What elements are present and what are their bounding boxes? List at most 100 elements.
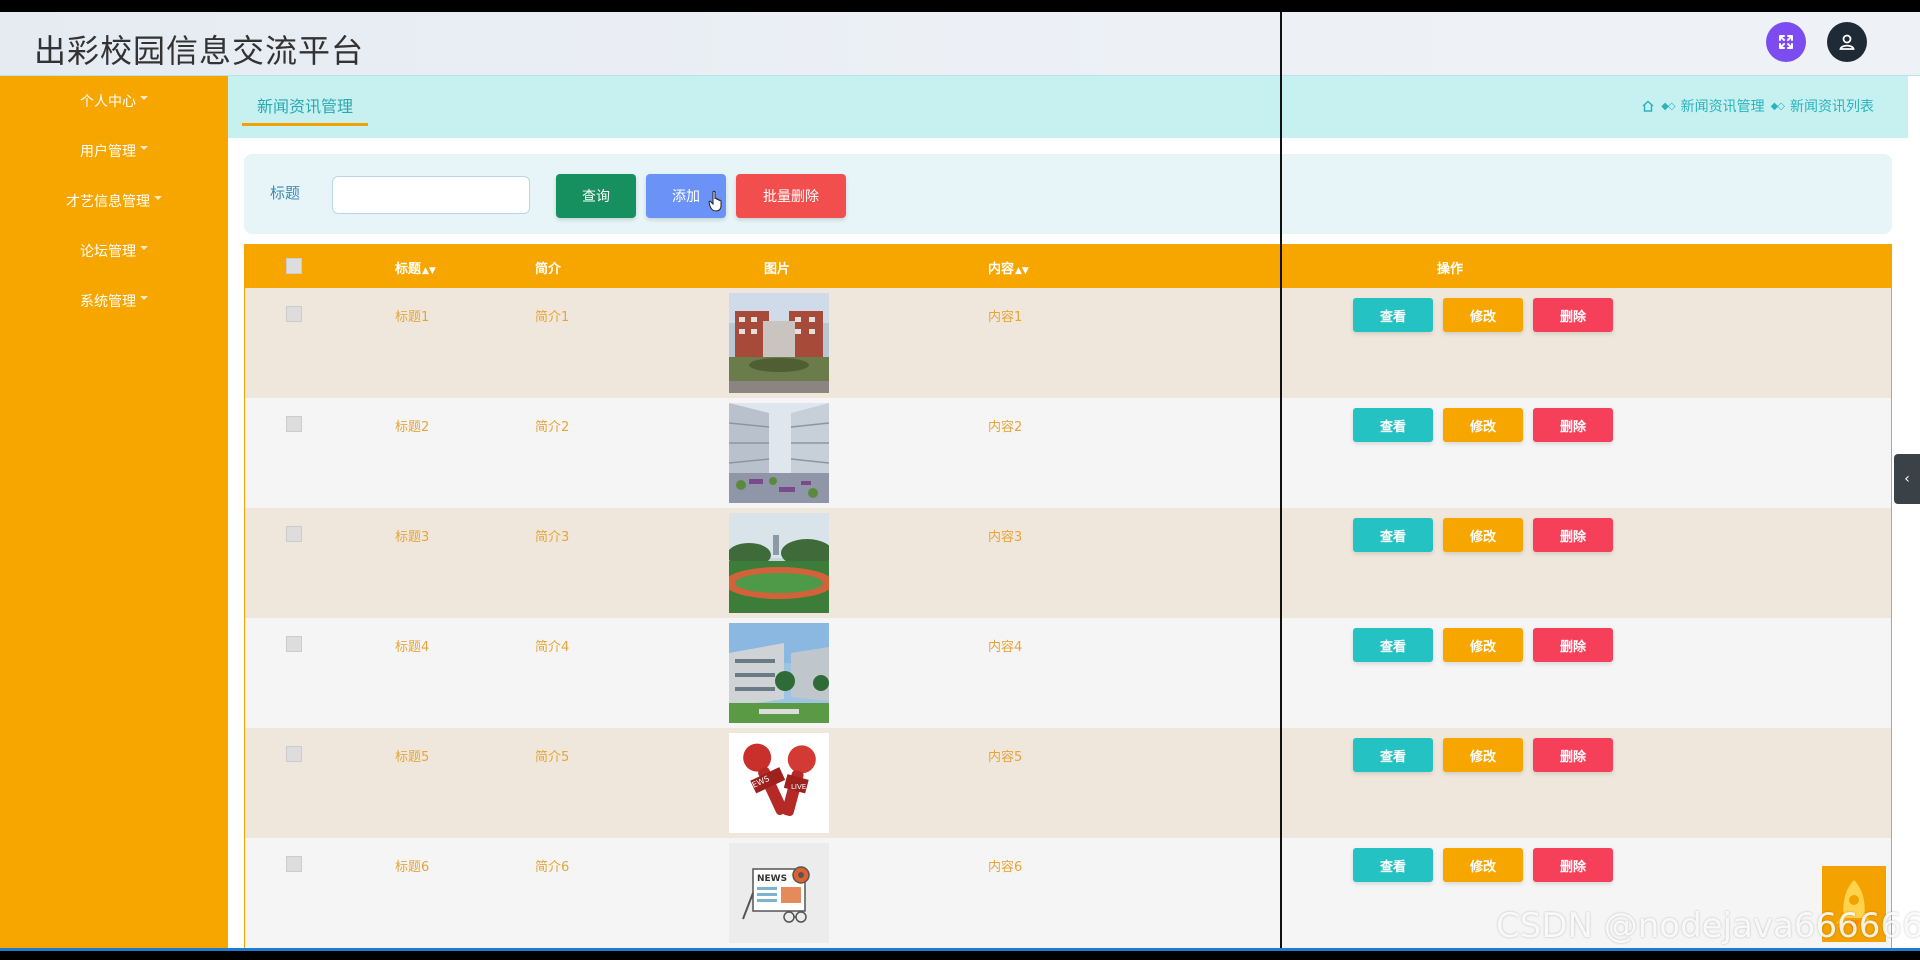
row-content: 内容5 [988, 750, 1023, 765]
sidebar-item-user-management[interactable]: 用户管理 [0, 126, 228, 176]
row-content: 内容1 [988, 310, 1023, 325]
row-checkbox[interactable] [286, 526, 302, 542]
search-panel: 标题 查询 添加 批量删除 [244, 154, 1892, 234]
delete-button[interactable]: 删除 [1533, 738, 1613, 772]
edit-button[interactable]: 修改 [1443, 518, 1523, 552]
edit-button[interactable]: 修改 [1443, 738, 1523, 772]
row-summary: 简介2 [535, 420, 570, 435]
tab-news-management[interactable]: 新闻资讯管理 [242, 88, 369, 126]
top-header: 出彩校园信息交流平台 [0, 12, 1920, 76]
column-header-actions: 操作 [1437, 262, 1464, 277]
delete-button[interactable]: 删除 [1533, 408, 1613, 442]
breadcrumb-item[interactable]: 新闻资讯管理 [1681, 96, 1765, 116]
screen-divider-line [1280, 12, 1282, 948]
delete-button[interactable]: 删除 [1533, 518, 1613, 552]
sidebar-item-system-management[interactable]: 系统管理 [0, 276, 228, 326]
edit-button[interactable]: 修改 [1443, 628, 1523, 662]
row-checkbox[interactable] [286, 416, 302, 432]
row-content: 内容2 [988, 420, 1023, 435]
delete-button[interactable]: 删除 [1533, 298, 1613, 332]
svg-text:LIVE: LIVE [791, 783, 806, 791]
row-content: 内容3 [988, 530, 1023, 545]
campus-garden-photo [729, 623, 829, 723]
courtyard-photo [729, 403, 829, 503]
view-button[interactable]: 查看 [1353, 518, 1433, 552]
column-label: 标题 [395, 262, 422, 277]
view-button[interactable]: 查看 [1353, 738, 1433, 772]
user-icon [1839, 34, 1855, 50]
tab-bar: 新闻资讯管理 ◆◇ 新闻资讯管理 ◆◇ 新闻资讯列表 [228, 76, 1908, 138]
fullscreen-button[interactable] [1766, 22, 1806, 62]
edit-button[interactable]: 修改 [1443, 408, 1523, 442]
collapse-panel-button[interactable]: ‹ [1894, 454, 1920, 504]
table-row: 标题4 简介4 内容4 查看 修改 删除 [245, 618, 1891, 728]
news-table: 标题▲▼ 简介 图片 内容▲▼ 操作 标题1 简介1 内容1 查看 修改 删除 … [244, 244, 1892, 948]
column-header-image: 图片 [764, 262, 791, 277]
sports-field-photo [729, 513, 829, 613]
row-title: 标题1 [395, 310, 430, 325]
row-summary: 简介5 [535, 750, 570, 765]
view-button[interactable]: 查看 [1353, 628, 1433, 662]
table-row: 标题5 简介5 NEWS LIVE 内容5 查看 修改 删除 [245, 728, 1891, 838]
view-button[interactable]: 查看 [1353, 298, 1433, 332]
column-header-title[interactable]: 标题▲▼ [395, 258, 436, 277]
app-frame: 出彩校园信息交流平台 个人中心 用户管理 才艺信息管理 论坛管理 系统管理 新闻… [0, 12, 1920, 948]
sort-icon[interactable]: ▲▼ [422, 266, 436, 276]
row-checkbox[interactable] [286, 856, 302, 872]
row-title: 标题3 [395, 530, 430, 545]
title-search-input[interactable] [332, 176, 530, 214]
breadcrumb-item: 新闻资讯列表 [1790, 99, 1874, 115]
news-microphone-icon: NEWS LIVE [729, 733, 829, 833]
table-row: 标题3 简介3 内容3 查看 修改 删除 [245, 508, 1891, 618]
row-summary: 简介4 [535, 640, 570, 655]
sidebar-item-label: 论坛管理 [80, 244, 136, 260]
caret-down-icon [140, 296, 148, 300]
row-content: 内容6 [988, 860, 1023, 875]
sidebar: 个人中心 用户管理 才艺信息管理 论坛管理 系统管理 [0, 76, 228, 948]
row-title: 标题4 [395, 640, 430, 655]
column-header-content[interactable]: 内容▲▼ [988, 258, 1029, 277]
home-icon[interactable] [1641, 99, 1655, 113]
sidebar-item-personal-center[interactable]: 个人中心 [0, 76, 228, 126]
query-button[interactable]: 查询 [556, 174, 636, 218]
row-summary: 简介3 [535, 530, 570, 545]
edit-button[interactable]: 修改 [1443, 848, 1523, 882]
sidebar-item-forum-management[interactable]: 论坛管理 [0, 226, 228, 276]
sidebar-item-label: 个人中心 [80, 94, 136, 110]
column-label: 内容 [988, 262, 1015, 277]
sidebar-item-label: 系统管理 [80, 294, 136, 310]
row-summary: 简介6 [535, 860, 570, 875]
svg-text:NEWS: NEWS [757, 874, 787, 884]
view-button[interactable]: 查看 [1353, 408, 1433, 442]
school-building-photo [729, 293, 829, 393]
edit-button[interactable]: 修改 [1443, 298, 1523, 332]
delete-button[interactable]: 删除 [1533, 848, 1613, 882]
sidebar-item-label: 用户管理 [80, 144, 136, 160]
caret-down-icon [154, 196, 162, 200]
batch-delete-button[interactable]: 批量删除 [736, 174, 846, 218]
sidebar-item-talent-management[interactable]: 才艺信息管理 [0, 176, 228, 226]
breadcrumb-separator-icon: ◆◇ [1770, 100, 1785, 112]
newspaper-icon: NEWS [729, 843, 829, 943]
table-row: 标题1 简介1 内容1 查看 修改 删除 [245, 288, 1891, 398]
caret-down-icon [140, 246, 148, 250]
user-avatar-button[interactable] [1827, 22, 1867, 62]
row-checkbox[interactable] [286, 746, 302, 762]
fullscreen-icon [1779, 35, 1793, 49]
search-label: 标题 [270, 184, 301, 202]
row-summary: 简介1 [535, 310, 570, 325]
app-title: 出彩校园信息交流平台 [34, 32, 365, 70]
row-checkbox[interactable] [286, 636, 302, 652]
breadcrumb: ◆◇ 新闻资讯管理 ◆◇ 新闻资讯列表 [1641, 96, 1874, 116]
sort-icon[interactable]: ▲▼ [1015, 266, 1029, 276]
select-all-checkbox[interactable] [286, 258, 302, 274]
row-checkbox[interactable] [286, 306, 302, 322]
column-header-summary: 简介 [535, 262, 562, 277]
caret-down-icon [140, 96, 148, 100]
watermark-text: CSDN @nodejava666666 [1496, 906, 1920, 946]
table-header: 标题▲▼ 简介 图片 内容▲▼ 操作 [245, 244, 1891, 288]
delete-button[interactable]: 删除 [1533, 628, 1613, 662]
row-title: 标题5 [395, 750, 430, 765]
view-button[interactable]: 查看 [1353, 848, 1433, 882]
caret-down-icon [140, 146, 148, 150]
